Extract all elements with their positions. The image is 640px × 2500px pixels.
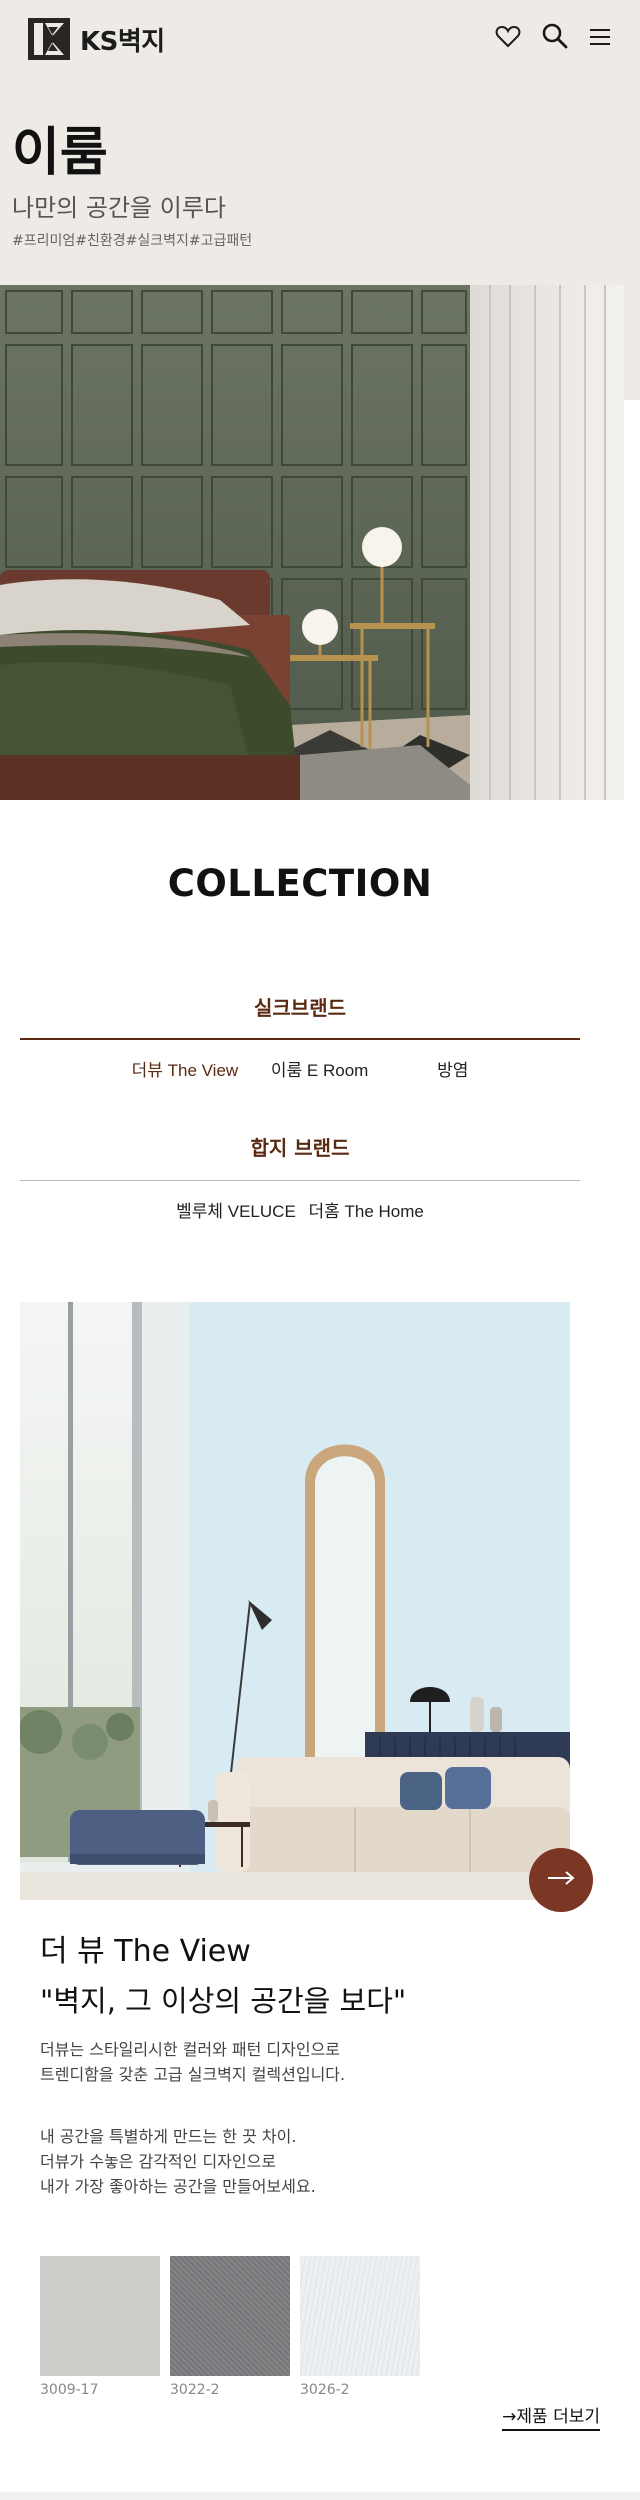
- silk-brand-list: 더뷰 The View 이룸 E Room 방염: [0, 1056, 600, 1081]
- swatch-code: 3009-17: [40, 2382, 99, 2398]
- header: KS벽지: [0, 0, 640, 78]
- hero-subtitle: 나만의 공간을 이루다: [12, 194, 226, 222]
- silk-brand-divider: [20, 1038, 580, 1040]
- paper-brand-list: 벨루체 VELUCE 더홈 The Home: [0, 1197, 600, 1222]
- brand-item-flame-retardant[interactable]: 방염: [437, 1056, 468, 1081]
- more-products-link[interactable]: →제품 더보기: [502, 2402, 600, 2431]
- description-line: 더뷰는 스타일리시한 컬러와 패턴 디자인으로: [40, 2040, 341, 2059]
- living-room-image: [20, 1302, 570, 1900]
- description-line: 더뷰가 수놓은 감각적인 디자인으로: [40, 2152, 277, 2171]
- logo[interactable]: KS벽지: [28, 18, 165, 60]
- search-icon[interactable]: [540, 22, 568, 50]
- heart-icon[interactable]: [494, 22, 522, 50]
- swatch-code: 3026-2: [300, 2382, 350, 2398]
- hero-tags: #프리미엄#친환경#실크벽지#고급패턴: [12, 233, 253, 249]
- brand-item-the-home[interactable]: 더홈 The Home: [309, 1197, 424, 1222]
- footer-divider: [0, 2492, 640, 2500]
- bedroom-image: [0, 285, 624, 800]
- paper-brand-divider: [20, 1180, 580, 1181]
- arrow-right-icon: [546, 1870, 576, 1890]
- hero-title: 이룸: [12, 123, 108, 183]
- swatch-3022-2[interactable]: [170, 2256, 290, 2376]
- next-slide-button[interactable]: [529, 1848, 593, 1912]
- swatch-3009-17[interactable]: [40, 2256, 160, 2376]
- page: KS벽지 이룸 나만의 공간을 이루다 #프리미엄#친환경#실크벽지#고급패턴: [0, 0, 640, 2500]
- logo-text: KS벽지: [80, 26, 165, 57]
- swatch-code: 3022-2: [170, 2382, 220, 2398]
- paper-brand-heading: 합지 브랜드: [250, 1136, 350, 1160]
- description-line: 내 공간을 특별하게 만드는 한 끗 차이.: [40, 2127, 297, 2146]
- logo-mark-icon: [28, 18, 70, 60]
- description-line: 내가 가장 좋아하는 공간을 만들어보세요.: [40, 2177, 316, 2196]
- silk-brand-heading: 실크브랜드: [254, 996, 346, 1020]
- brand-item-e-room[interactable]: 이룸 E Room: [271, 1056, 368, 1081]
- swatch-3026-2[interactable]: [300, 2256, 420, 2376]
- brand-item-the-view[interactable]: 더뷰 The View: [132, 1056, 239, 1081]
- product-description-2: 내 공간을 특별하게 만드는 한 끗 차이. 더뷰가 수놓은 감각적인 디자인으…: [40, 2124, 316, 2199]
- header-icons: [494, 22, 614, 50]
- product-description-1: 더뷰는 스타일리시한 컬러와 패턴 디자인으로 트렌디함을 갖춘 고급 실크벽지…: [40, 2037, 345, 2087]
- collection-title: COLLECTION: [167, 862, 433, 905]
- description-line: 트렌디함을 갖춘 고급 실크벽지 컬렉션입니다.: [40, 2065, 346, 2084]
- brand-item-veluce[interactable]: 벨루체 VELUCE: [176, 1197, 296, 1222]
- menu-icon[interactable]: [586, 22, 614, 50]
- product-quote: "벽지, 그 이상의 공간을 보다": [40, 1984, 407, 2018]
- product-name: 더 뷰 The View: [40, 1934, 251, 1969]
